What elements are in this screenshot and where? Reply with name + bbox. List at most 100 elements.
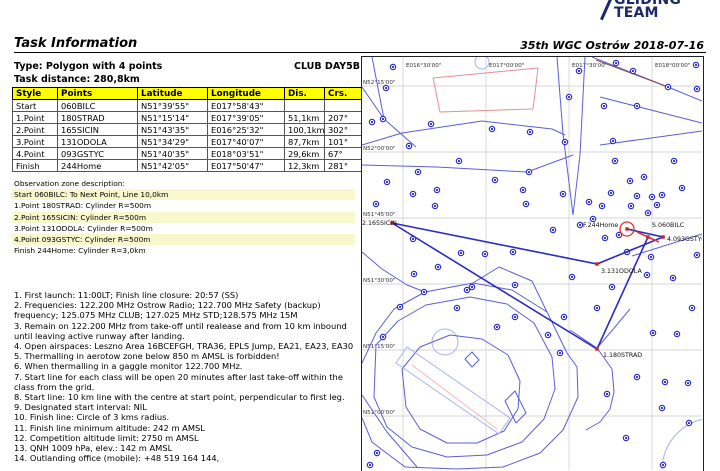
waypoint-dot-center xyxy=(675,332,679,336)
waypoint-dot-center xyxy=(610,285,614,289)
waypoint-dot-center xyxy=(655,203,659,207)
table-cell: Start xyxy=(12,99,58,112)
note-item: 10. Finish line: Circle of 3 kms radius. xyxy=(14,412,170,423)
waypoint-dot-center xyxy=(368,463,372,467)
task-point-marker xyxy=(595,262,599,266)
note-item: 8. Start line: 10 km line with the centr… xyxy=(14,392,345,403)
waypoint-dot-center xyxy=(629,204,633,208)
grid-label: N52°00'00" xyxy=(363,146,396,152)
waypoint-dot-center xyxy=(624,436,628,440)
waypoint-dot-center xyxy=(528,130,532,134)
waypoint-dot-center xyxy=(600,204,604,208)
observation-line: 1.Point 180STRAD: Cylinder R=500m xyxy=(14,201,152,211)
waypoint-dot-center xyxy=(694,63,698,67)
grid-label: N51°45'00" xyxy=(363,212,396,218)
waypoint-dot-center xyxy=(595,306,599,310)
airspace-boundary xyxy=(572,57,586,216)
airspace-circle xyxy=(474,57,490,70)
column-header: Crs. xyxy=(324,87,363,100)
task-sheet-page: GLIDING TEAM Task Information 35th WGC O… xyxy=(0,0,720,471)
task-map: E016°30'00" E017°00'00" E017°30'00" E018°00… xyxy=(361,56,704,471)
waypoint-dot-center xyxy=(370,120,374,124)
note-item: 4. Open airspaces: Leszno Area 16BCEFGH,… xyxy=(14,341,354,352)
airspace-boundary xyxy=(411,364,498,430)
waypoint-dot-center xyxy=(381,117,385,121)
table-cell: E017°39'05" xyxy=(207,111,285,124)
airspace-boundary xyxy=(556,57,574,216)
task-distance: Task distance: 280,8km xyxy=(14,74,140,85)
table-cell: 2.Point xyxy=(12,123,58,136)
airspace-boundary xyxy=(371,57,417,148)
gliding-team-logo: GLIDING TEAM xyxy=(600,0,681,21)
waypoint-dot-center xyxy=(617,233,621,237)
waypoint-dot-center xyxy=(687,421,691,425)
table-cell: 29,6km xyxy=(284,147,325,160)
note-item: 1. First launch: 11:00LT; Finish line cl… xyxy=(14,290,239,300)
table-cell: N51°34'29" xyxy=(137,135,208,148)
waypoint-dot-center xyxy=(651,331,655,335)
table-cell xyxy=(284,99,325,112)
waypoint-dot-center xyxy=(416,170,420,174)
table-cell: 4.Point xyxy=(12,147,58,160)
waypoint-dot-center xyxy=(407,144,411,148)
waypoint-dot-center xyxy=(646,211,650,215)
grid-label: E017°00'00" xyxy=(489,63,525,69)
waypoint-dot-center xyxy=(381,335,385,339)
waypoint-dot-center xyxy=(686,381,690,385)
waypoint-dot-center xyxy=(672,159,676,163)
task-table: Style Points Latitude Longitude Dis. Crs. Star… xyxy=(12,87,363,172)
task-point-marker xyxy=(625,227,629,231)
table-cell: 3.Point xyxy=(12,135,58,148)
table-cell: N51°39'55" xyxy=(137,99,208,112)
competition-header: 35th WGC Ostrów 2018-07-16 xyxy=(520,39,704,52)
table-row: 1.Point 180STRAD N51°15'14" E017°39'05" 51,1… xyxy=(12,111,363,124)
waypoint-dot-center xyxy=(391,65,395,69)
page-title: Task Information xyxy=(14,36,138,51)
waypoint-dot-center xyxy=(511,250,515,254)
waypoint-dot-center xyxy=(411,192,415,196)
table-cell: 100,1km xyxy=(284,123,325,136)
waypoint-dot-center xyxy=(513,315,517,319)
airspace-boundary xyxy=(504,390,527,424)
airspace-circle xyxy=(431,328,459,356)
waypoint-dot-center xyxy=(558,351,562,355)
table-cell: 12,3km xyxy=(284,159,325,172)
class-day: CLUB DAY5B xyxy=(293,61,360,72)
waypoint-dot-center xyxy=(374,202,378,206)
observation-line: Start 060BILC: To Next Point, Line 10,0k… xyxy=(12,189,355,201)
table-cell: E017°50'47" xyxy=(207,159,285,172)
table-cell: 244Home xyxy=(57,159,138,172)
waypoint-dot-center xyxy=(465,288,469,292)
waypoint-dot-center xyxy=(521,188,525,192)
waypoint-dot-center xyxy=(578,223,582,227)
table-cell: N51°42'05" xyxy=(137,159,208,172)
table-cell: 302° xyxy=(324,123,363,136)
waypoint-dot-center xyxy=(661,463,665,467)
table-cell: E016°25'32" xyxy=(207,123,285,136)
table-cell: 165SICIN xyxy=(57,123,138,136)
table-cell: N51°43'35" xyxy=(137,123,208,136)
column-header: Style xyxy=(12,87,58,100)
waypoint-dot-center xyxy=(375,451,379,455)
table-row: Start 060BILC N51°39'55" E017°58'43" xyxy=(12,99,363,112)
airspace-circle xyxy=(661,418,702,470)
observation-lines: Start 060BILC: To Next Point, Line 10,0k… xyxy=(12,189,355,256)
waypoint-dot-center xyxy=(614,61,618,65)
observation-zone: Observation zone description: Start 060B… xyxy=(12,178,355,256)
table-cell: 1.Point xyxy=(12,111,58,124)
note-item: 6. When thermalling in a gaggle monitor … xyxy=(14,361,243,372)
waypoint-dot-center xyxy=(613,159,617,163)
waypoint-dot-center xyxy=(470,285,474,289)
grid-label: N51°00'00" xyxy=(363,410,396,416)
airspace-boundary xyxy=(401,334,521,444)
note-item: 11. Finish line minimum altitude: 242 m … xyxy=(14,422,205,433)
waypoint-dot-center xyxy=(411,237,415,241)
waypoint-dot-center xyxy=(546,333,550,337)
table-cell: E018°03'51" xyxy=(207,147,285,160)
table-row: 4.Point 093GSTYC N51°40'35" E018°03'51" 29,6… xyxy=(12,147,363,160)
observation-line: 4.Point 093GSTYC: Cylinder R=500m xyxy=(12,233,355,246)
table-cell: N51°15'14" xyxy=(137,111,208,124)
logo-glider-mark xyxy=(600,0,615,21)
airspace-boundary xyxy=(432,67,539,113)
column-header: Latitude xyxy=(137,87,208,100)
